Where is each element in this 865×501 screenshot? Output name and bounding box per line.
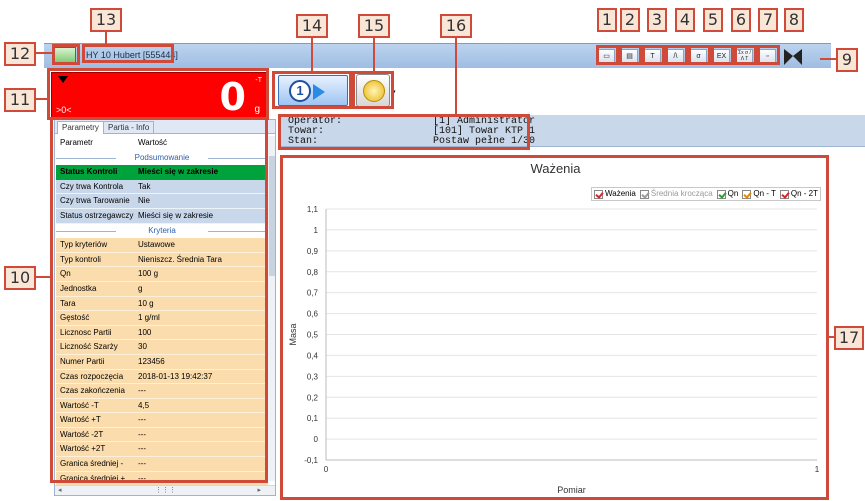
app-root: HY 10 Hubert [555444] ▭ ▤ T /\ σ EX Σx σ… <box>0 0 865 501</box>
leader-13 <box>105 32 107 45</box>
callout-frame-6 <box>711 45 734 65</box>
leader-14 <box>311 38 313 72</box>
callout-13: 13 <box>90 8 122 32</box>
leader-12 <box>36 52 54 54</box>
horizontal-scrollbar[interactable]: ◂ ⋮⋮⋮ ▸ <box>55 485 275 495</box>
scroll-left-icon[interactable]: ◂ <box>58 486 62 494</box>
callout-9: 9 <box>836 48 858 72</box>
callout-12: 12 <box>4 42 36 66</box>
scroll-thumb[interactable] <box>269 156 275 276</box>
callout-frame-4 <box>665 45 688 65</box>
callout-10: 10 <box>4 266 36 290</box>
leader-10 <box>36 276 52 278</box>
leader-11 <box>36 98 50 100</box>
callout-frame-3 <box>642 45 665 65</box>
leader-9 <box>820 58 836 60</box>
callout-frame-5 <box>688 45 711 65</box>
callout-17: 17 <box>834 326 864 350</box>
callout-frame-13 <box>82 44 174 63</box>
vertical-scrollbar[interactable] <box>267 136 275 481</box>
callout-4: 4 <box>675 8 695 32</box>
scroll-right-icon[interactable]: ▸ <box>257 486 261 494</box>
callout-frame-14 <box>272 71 352 109</box>
callout-8: 8 <box>784 8 804 32</box>
callout-frame-2 <box>619 45 642 65</box>
callout-frame-10 <box>50 117 268 483</box>
callout-16: 16 <box>440 14 472 38</box>
callout-15: 15 <box>358 14 390 38</box>
callout-1: 1 <box>597 8 617 32</box>
callout-14: 14 <box>296 14 328 38</box>
callout-frame-1 <box>596 45 619 65</box>
callout-3: 3 <box>647 8 667 32</box>
callout-2: 2 <box>620 8 640 32</box>
callout-frame-17 <box>280 155 829 500</box>
callout-frame-15 <box>352 71 394 109</box>
callout-7: 7 <box>758 8 778 32</box>
fullscreen-icon[interactable] <box>784 49 802 65</box>
callout-frame-12 <box>52 44 80 65</box>
callout-frame-8 <box>757 45 780 65</box>
callout-11: 11 <box>4 88 36 112</box>
callout-6: 6 <box>731 8 751 32</box>
leader-17 <box>827 336 835 338</box>
leader-16 <box>455 38 457 115</box>
scroll-grip-icon[interactable]: ⋮⋮⋮ <box>155 486 176 494</box>
callout-5: 5 <box>703 8 723 32</box>
callout-frame-16 <box>278 114 530 150</box>
leader-15 <box>373 38 375 72</box>
callout-frame-7 <box>734 45 757 65</box>
callout-frame-11 <box>47 68 269 120</box>
